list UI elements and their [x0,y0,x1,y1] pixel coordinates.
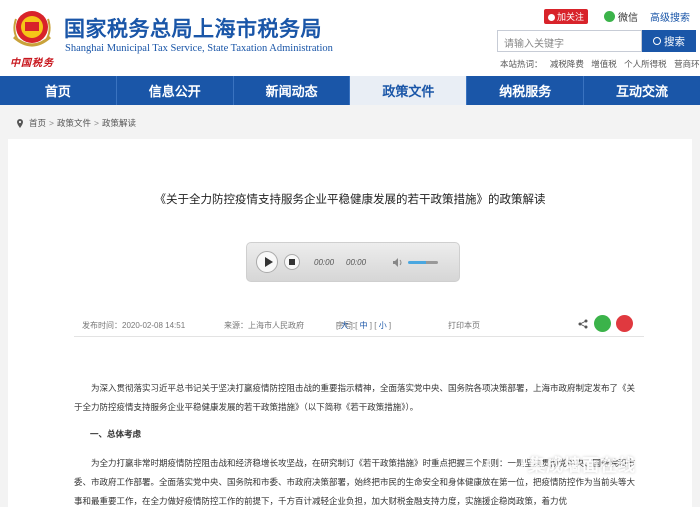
nav-item-news[interactable]: 新闻动态 [234,76,351,105]
play-button[interactable] [256,251,278,273]
top-links: 加关注 微信 高级搜索 [543,9,690,24]
hot-words: 本站热词： 减税降费 增值税 个人所得税 营商环境 [500,58,700,70]
share-icon[interactable] [578,319,588,329]
main-nav: 首页 信息公开 新闻动态 政策文件 纳税服务 互动交流 [0,76,700,105]
nav-item-info-disclosure[interactable]: 信息公开 [117,76,234,105]
breadcrumb-current[interactable]: 政策解读 [102,117,136,129]
section-heading: 一、总体考虑 [90,429,142,439]
tax-emblem-logo[interactable] [8,7,56,53]
search-button-label: 搜索 [664,35,685,48]
watermark-text: 集成墙面在线 [528,455,636,475]
print-link[interactable]: 打印本页 [448,320,480,331]
breadcrumb: 首页 > 政策文件 > 政策解读 [16,117,136,129]
breadcrumb-separator: > [94,118,99,128]
article-source: 来源：上海市人民政府 [224,321,304,330]
weibo-share-icon[interactable] [616,315,633,332]
hot-word-link[interactable]: 营商环境 [674,59,700,69]
font-size-label: 字号： [336,321,360,330]
current-time: 00:00 [314,257,335,267]
brand-script: 中国税务 [10,58,54,69]
wechat-icon [604,11,615,22]
site-header: 中国税务 国家税务总局上海市税务局 Shanghai Municipal Tax… [0,0,700,76]
breadcrumb-separator: > [49,118,54,128]
location-pin-icon [17,118,23,128]
site-title-en: Shanghai Municipal Tax Service, State Ta… [65,43,333,54]
font-size-switcher: 字号：[ 大 ] [ 中 ] [ 小 ] [336,321,392,330]
nav-item-policy[interactable]: 政策文件 [350,76,468,105]
search-icon [653,37,661,45]
search-button[interactable]: 搜索 [642,30,696,52]
advanced-search-link[interactable]: 高级搜索 [650,9,690,24]
audio-player: 00:00 00:00 [246,242,460,282]
volume-icon[interactable] [393,257,403,267]
stop-button[interactable] [284,254,300,270]
font-size-small[interactable]: 小 [379,321,387,330]
wechat-share-icon[interactable] [594,315,611,332]
breadcrumb-home[interactable]: 首页 [29,117,46,129]
hot-words-label: 本站热词： [500,59,543,69]
nav-item-home[interactable]: 首页 [0,76,117,105]
volume-slider[interactable] [408,260,439,264]
weibo-label: 加关注 [556,12,584,22]
weibo-icon [547,14,555,21]
watermark-logo-icon [486,450,524,476]
site-title-cn[interactable]: 国家税务总局上海市税务局 [64,13,322,43]
weibo-follow-button[interactable]: 加关注 [543,9,588,24]
wechat-label: 微信 [618,13,638,24]
wechat-link[interactable]: 微信 [604,9,638,24]
breadcrumb-policy[interactable]: 政策文件 [57,117,91,129]
nav-item-tax-service[interactable]: 纳税服务 [467,76,585,105]
watermark: 集成墙面在线 [486,443,696,483]
article-title: 《关于全力防控疫情支持服务企业平稳健康发展的若干政策措施》的政策解读 [154,194,546,206]
share-icons [578,315,633,332]
divider [74,336,644,337]
font-size-medium[interactable]: 中 [360,321,368,330]
nav-item-interaction[interactable]: 互动交流 [584,76,700,105]
hot-word-link[interactable]: 增值税 [591,59,617,69]
page: 中国税务 国家税务总局上海市税务局 Shanghai Municipal Tax… [0,0,700,507]
paragraph: 为深入贯彻落实习近平总书记关于坚决打赢疫情防控阻击战的重要指示精神，全面落实党中… [74,383,636,412]
hot-word-link[interactable]: 个人所得税 [624,59,667,69]
total-time: 00:00 [346,257,367,267]
search-input[interactable]: 请输入关键字 [497,30,642,52]
publish-date: 发布时间：2020-02-08 14:51 [82,321,186,330]
hot-word-link[interactable]: 减税降费 [550,59,584,69]
